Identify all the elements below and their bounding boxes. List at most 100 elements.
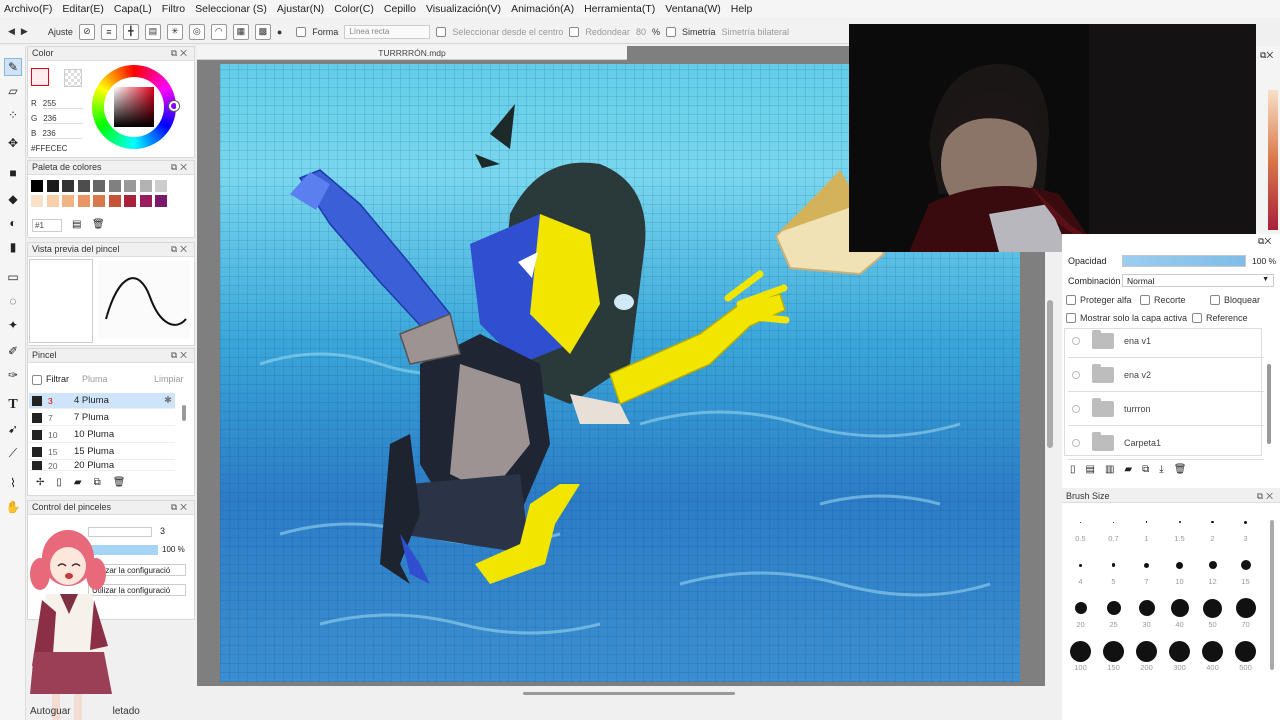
menu-herramienta[interactable]: Herramienta(T) <box>584 3 655 15</box>
rect-select-icon[interactable]: ▭ <box>4 268 22 286</box>
palette-swatch[interactable] <box>46 180 59 192</box>
opacity-value[interactable]: 100 % <box>162 545 185 554</box>
menu-visualizacion[interactable]: Visualización(V) <box>426 3 501 15</box>
operation-tool-icon[interactable]: ➹ <box>4 420 22 438</box>
panel-controls-icon[interactable]: ⧉✕ <box>171 162 190 173</box>
menu-filtro[interactable]: Filtro <box>162 3 185 15</box>
palette-swatch[interactable] <box>93 180 105 192</box>
menu-ajustar[interactable]: Ajustar(N) <box>277 3 324 15</box>
simetria-select[interactable]: Simetría bilateral <box>721 27 789 37</box>
snap-vanish-icon[interactable]: ✳ <box>166 23 183 40</box>
snap-circle-icon[interactable]: ◎ <box>188 23 205 40</box>
palette-swatch[interactable] <box>46 195 59 207</box>
divide-tool-icon[interactable]: ⟋ <box>4 444 22 462</box>
brush-size-option[interactable]: 7 <box>1130 553 1163 586</box>
redo-icon[interactable]: ▶ <box>21 26 28 37</box>
brush-item[interactable]: 7 7 Pluma <box>29 410 175 426</box>
hex-value[interactable]: #FFECEC <box>31 144 67 153</box>
snap-parallel-icon[interactable]: ▤ <box>144 23 161 40</box>
panel-controls-icon[interactable]: ⧉✕ <box>171 502 190 513</box>
palette-swatch[interactable] <box>77 195 90 207</box>
select-eraser-icon[interactable]: ✑ <box>4 366 22 384</box>
rect-fill-tool-icon[interactable]: ■ <box>4 164 22 182</box>
palette-swatch[interactable] <box>108 180 121 192</box>
snap-cross-icon[interactable]: ╋ <box>122 23 139 40</box>
palette-delete-icon[interactable]: 🗑 <box>92 219 105 230</box>
layer-item[interactable]: Carpeta1 <box>1068 427 1264 460</box>
brush-size-option[interactable]: 300 <box>1163 639 1196 672</box>
proteger-alfa-checkbox[interactable] <box>1066 295 1076 305</box>
new-halftone-layer-icon[interactable]: ▤ <box>1086 464 1095 475</box>
menu-editar[interactable]: Editar(E) <box>62 3 103 15</box>
brush-size-option[interactable]: 10 <box>1163 553 1196 586</box>
palette-swatch[interactable] <box>108 195 121 207</box>
undo-icon[interactable]: ◀ <box>8 26 15 37</box>
brush-size-option[interactable]: 150 <box>1097 639 1130 672</box>
brush-size-option[interactable]: 70 <box>1229 596 1262 629</box>
layer-item[interactable]: ena v1 <box>1068 325 1264 358</box>
document-tab[interactable]: TURRRRÓN.mdp <box>197 46 627 60</box>
snap-grid-icon[interactable]: ▦ <box>232 23 249 40</box>
panel-controls-icon[interactable]: ⧉✕ <box>171 350 190 361</box>
background-color-swatch[interactable] <box>64 69 82 87</box>
select-pen-icon[interactable]: ✐ <box>4 342 22 360</box>
palette-swatch[interactable] <box>155 195 167 207</box>
brush-size-option[interactable]: 50 <box>1196 596 1229 629</box>
g-value[interactable]: 236 <box>43 114 84 124</box>
menu-cepillo[interactable]: Cepillo <box>384 3 416 15</box>
lasso-select-icon[interactable]: ◌ <box>4 292 22 310</box>
forma-checkbox[interactable] <box>296 26 307 37</box>
new-raster-layer-icon[interactable]: ▥ <box>1105 464 1114 475</box>
fill-tool-icon[interactable]: ▮ <box>4 238 22 256</box>
menu-capa[interactable]: Capa(L) <box>114 3 152 15</box>
panel-controls-icon[interactable]: ⧉✕ <box>171 48 190 59</box>
duplicate-brush-icon[interactable]: ⧉ <box>94 477 101 495</box>
canvas-vertical-scrollbar[interactable] <box>1047 300 1053 448</box>
palette-swatch[interactable] <box>62 195 74 207</box>
menu-animacion[interactable]: Animación(A) <box>511 3 574 15</box>
palette-swatch[interactable] <box>77 180 90 192</box>
menu-ventana[interactable]: Ventana(W) <box>665 3 720 15</box>
redondear-value[interactable]: 80 <box>636 27 646 37</box>
palette-add-icon[interactable]: ▤ <box>72 219 81 230</box>
palette-swatch[interactable] <box>62 180 74 192</box>
seleccionar-centro-checkbox[interactable] <box>436 26 447 37</box>
brush-item[interactable]: 10 10 Pluma <box>29 427 175 443</box>
mostrar-solo-checkbox[interactable] <box>1066 313 1076 323</box>
clear-filter-button[interactable]: Limpiar <box>154 374 184 384</box>
size-value[interactable]: 3 <box>160 526 165 536</box>
forma-select[interactable]: Línea recta <box>344 24 431 39</box>
layer-item[interactable]: ena v2 <box>1068 359 1264 392</box>
brush-size-option[interactable]: 200 <box>1130 639 1163 672</box>
dot-tool-icon[interactable]: ⁘ <box>4 106 22 124</box>
gear-icon[interactable]: ✱ <box>164 395 172 406</box>
duplicate-layer-icon[interactable]: ⧉ <box>1142 464 1149 475</box>
brush-folder-icon[interactable]: ▰ <box>74 477 82 495</box>
snap-curve-icon[interactable]: ◠ <box>210 23 227 40</box>
brush-size-option[interactable]: 2 <box>1196 510 1229 543</box>
palette-swatch[interactable] <box>124 195 136 207</box>
layer-visibility-icon[interactable] <box>1072 371 1080 379</box>
palette-swatch[interactable] <box>124 180 136 192</box>
new-layer-icon[interactable]: ▯ <box>1070 464 1076 475</box>
move-tool-icon[interactable]: ✥ <box>4 134 22 152</box>
r-value[interactable]: 255 <box>42 99 83 109</box>
foreground-color-swatch[interactable] <box>31 68 49 86</box>
brush-size-option[interactable]: 0.7 <box>1097 510 1130 543</box>
saturation-value-square[interactable] <box>114 87 154 127</box>
panel-controls-icon[interactable]: ⧉✕ <box>171 244 190 255</box>
snap-shape-icon[interactable]: ▩ <box>254 23 271 40</box>
new-brush-icon[interactable]: ▯ <box>56 477 62 495</box>
layer-list-scrollbar[interactable] <box>1267 364 1271 444</box>
brush-size-option[interactable]: 40 <box>1163 596 1196 629</box>
merge-down-icon[interactable]: ⤓ <box>1159 464 1163 475</box>
brush-size-option[interactable]: 100 <box>1064 639 1097 672</box>
menu-seleccionar[interactable]: Seleccionar (S) <box>195 3 267 15</box>
brush-size-option[interactable]: 5 <box>1097 553 1130 586</box>
layer-opacity-value[interactable]: 100 % <box>1252 256 1276 266</box>
delete-brush-icon[interactable]: 🗑 <box>113 477 126 495</box>
panel-controls-icon[interactable]: ⧉✕ <box>1257 491 1276 501</box>
menu-archivo[interactable]: Archivo(F) <box>4 3 52 15</box>
panel-controls-icon[interactable]: ⧉✕ <box>1258 236 1271 247</box>
brush-size-option[interactable]: 30 <box>1130 596 1163 629</box>
